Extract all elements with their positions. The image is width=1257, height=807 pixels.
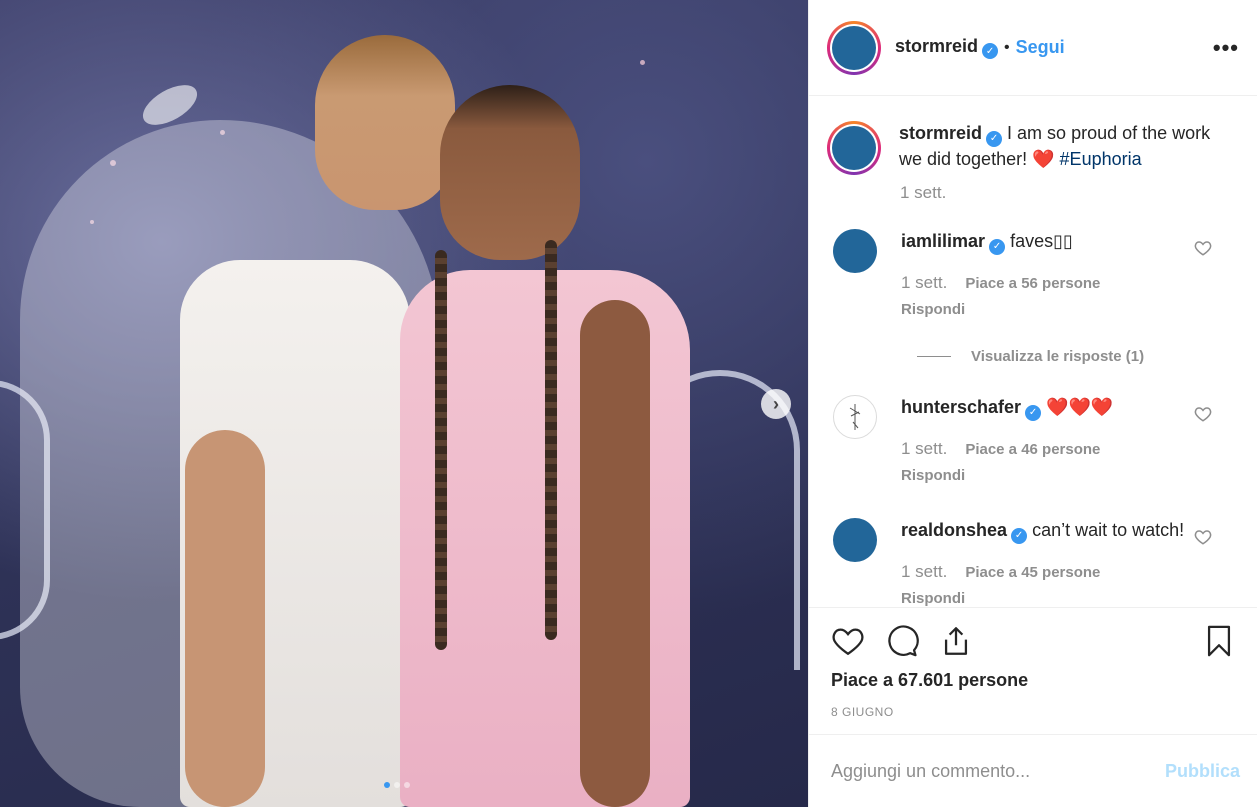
likes-count[interactable]: Piace a 67.601 persone [831, 670, 1236, 691]
story-ring[interactable] [827, 121, 881, 175]
like-heart-icon[interactable] [831, 624, 865, 658]
action-icons [831, 624, 1236, 658]
comment-likes[interactable]: Piace a 46 persone [965, 441, 1100, 458]
post-photo[interactable]: › [0, 0, 808, 807]
comment-item: realdonshea ✓ can’t wait to watch! 1 sett… [827, 518, 1240, 607]
comment-bubble-icon[interactable] [885, 624, 919, 658]
avatar[interactable] [833, 518, 877, 562]
reply-button[interactable]: Rispondi [901, 298, 1191, 322]
carousel-dot [404, 782, 410, 788]
carousel-dots [384, 782, 410, 788]
post-header: stormreid ✓ • Segui ••• [809, 0, 1257, 96]
photo-figure [580, 300, 650, 807]
next-photo-button[interactable]: › [761, 389, 791, 419]
comment-likes[interactable]: Piace a 56 persone [965, 275, 1100, 292]
comment-username[interactable]: iamlilimar [901, 231, 985, 251]
view-replies-label: Visualizza le risposte (1) [971, 348, 1145, 365]
comment-username[interactable]: hunterschafer [901, 397, 1021, 417]
separator-bullet: • [1004, 38, 1010, 56]
verified-icon: ✓ [986, 131, 1003, 147]
post-date: 8 GIUGNO [831, 705, 894, 719]
photo-figure [185, 430, 265, 807]
publish-button[interactable]: Pubblica [1165, 761, 1240, 782]
post-caption: stormreid ✓ I am so proud of the work we … [827, 121, 1240, 175]
comment-text: faves▯▯ [1010, 231, 1073, 251]
caption-time: 1 sett. [900, 183, 947, 202]
photo-figure [435, 250, 447, 650]
sketch-figure-icon [849, 404, 861, 430]
post-panel: stormreid ✓ • Segui ••• stormreid ✓ I am s… [808, 0, 1257, 807]
avatar [832, 25, 876, 70]
verified-icon: ✓ [1025, 405, 1042, 421]
hashtag-link[interactable]: #Euphoria [1060, 149, 1142, 169]
post-actions: Piace a 67.601 persone 8 GIUGNO [809, 607, 1257, 734]
story-ring[interactable] [827, 20, 881, 75]
comment-heart-icon[interactable] [1194, 239, 1212, 257]
share-icon[interactable] [939, 624, 973, 658]
comment-text: can’t wait to watch! [1032, 520, 1185, 540]
verified-icon: ✓ [982, 43, 999, 60]
comment-input[interactable] [831, 760, 1165, 782]
verified-icon: ✓ [1011, 528, 1028, 544]
add-comment-bar: Pubblica [809, 734, 1257, 807]
avatar [832, 126, 876, 170]
photo-figure [545, 240, 557, 640]
reply-button[interactable]: Rispondi [901, 587, 1191, 607]
verified-icon: ✓ [989, 239, 1006, 255]
avatar[interactable] [833, 395, 877, 439]
comment-text: ❤️❤️❤️ [1046, 397, 1114, 417]
comments-list[interactable]: stormreid ✓ I am so proud of the work we … [809, 97, 1257, 607]
photo-figure [440, 85, 580, 260]
heart-emoji-icon: ❤️ [1032, 149, 1055, 169]
comment-item: iamlilimar ✓ faves▯▯ 1 sett. Piace a 56 pe… [827, 229, 1240, 322]
comment-time: 1 sett. [901, 562, 948, 581]
comment-time: 1 sett. [901, 439, 948, 458]
caption-username[interactable]: stormreid [899, 123, 982, 143]
comment-likes[interactable]: Piace a 45 persone [965, 564, 1100, 581]
reply-button[interactable]: Rispondi [901, 464, 1191, 488]
comment-time: 1 sett. [901, 273, 948, 292]
comment-heart-icon[interactable] [1194, 405, 1212, 423]
carousel-dot [384, 782, 390, 788]
comment-meta: 1 sett. Piace a 45 persone Rispondi [901, 560, 1191, 607]
photo-figure [315, 35, 455, 210]
photo-decoration [640, 60, 645, 65]
view-replies-button[interactable]: Visualizza le risposte (1) [917, 348, 1240, 365]
comment-meta: 1 sett. Piace a 56 persone Rispondi [901, 271, 1191, 322]
comment-username[interactable]: realdonshea [901, 520, 1007, 540]
more-options-icon[interactable]: ••• [1213, 35, 1239, 61]
comment-item: hunterschafer ✓ ❤️❤️❤️ 1 sett. Piace a 46 … [827, 395, 1240, 488]
avatar[interactable] [833, 229, 877, 273]
bookmark-icon[interactable] [1202, 624, 1236, 658]
carousel-dot [394, 782, 400, 788]
follow-button[interactable]: Segui [1016, 37, 1065, 58]
comment-heart-icon[interactable] [1194, 528, 1212, 546]
username-text: stormreid [895, 35, 979, 56]
header-username[interactable]: stormreid ✓ [895, 35, 999, 60]
comment-meta: 1 sett. Piace a 46 persone Rispondi [901, 437, 1191, 488]
replies-line [917, 356, 951, 357]
